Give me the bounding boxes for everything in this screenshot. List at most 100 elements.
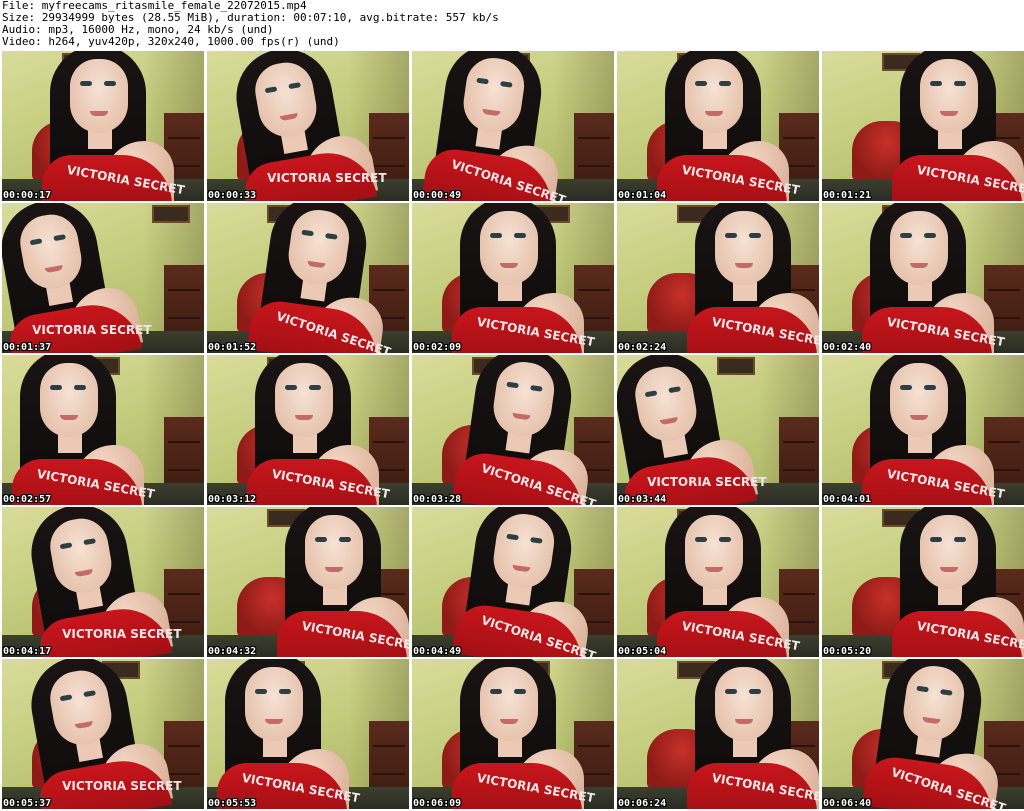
eye — [924, 385, 936, 390]
video-thumbnail: VICTORIA SECRET 00:02:24 — [617, 203, 819, 353]
face — [890, 211, 948, 285]
face — [920, 59, 978, 133]
video-thumbnail: VICTORIA SECRET 00:03:12 — [207, 355, 409, 505]
thumbnail-timestamp: 00:02:09 — [413, 342, 462, 353]
eye — [900, 233, 912, 238]
video-thumbnail: VICTORIA SECRET 00:03:44 — [617, 355, 819, 505]
thumbnail-timestamp: 00:05:37 — [3, 798, 52, 809]
eye — [924, 233, 936, 238]
person: VICTORIA SECRET — [892, 51, 1024, 201]
video-thumbnail: VICTORIA SECRET 00:05:20 — [822, 507, 1024, 657]
mouth — [940, 111, 958, 116]
shirt-print: VICTORIA SECRET — [62, 626, 182, 641]
eye — [930, 81, 942, 86]
face — [715, 667, 773, 741]
mouth — [735, 263, 753, 268]
eye — [514, 689, 526, 694]
eye — [339, 537, 351, 542]
shirt-print: VICTORIA SECRET — [267, 170, 387, 185]
person: VICTORIA SECRET — [657, 507, 801, 657]
face — [715, 211, 773, 285]
eye — [490, 233, 502, 238]
thumbnail-timestamp: 00:00:33 — [208, 190, 257, 201]
person: VICTORIA SECRET — [2, 203, 152, 353]
video-thumbnail: VICTORIA SECRET 00:03:28 — [412, 355, 614, 505]
wall-picture-frame — [152, 205, 190, 223]
face — [480, 667, 538, 741]
thumbnail-timestamp: 00:04:32 — [208, 646, 257, 657]
eye — [900, 385, 912, 390]
video-thumbnail: VICTORIA SECRET 00:06:09 — [412, 659, 614, 809]
eye — [80, 81, 92, 86]
video-thumbnail: VICTORIA SECRET 00:04:17 — [2, 507, 204, 657]
video-thumbnail: VICTORIA SECRET 00:02:40 — [822, 203, 1024, 353]
thumbnail-timestamp: 00:06:24 — [618, 798, 667, 809]
person: VICTORIA SECRET — [217, 659, 361, 809]
eye — [725, 233, 737, 238]
video-thumbnail: VICTORIA SECRET 00:01:37 — [2, 203, 204, 353]
eye — [695, 81, 707, 86]
thumbnail-timestamp: 00:01:37 — [3, 342, 52, 353]
video-thumbnail: VICTORIA SECRET 00:00:49 — [412, 51, 614, 201]
thumbnail-grid: VICTORIA SECRET 00:00:17 VICTORIA SECRET 00… — [2, 51, 1024, 810]
face — [890, 363, 948, 437]
thumbnail-timestamp: 00:05:04 — [618, 646, 667, 657]
mouth — [500, 263, 518, 268]
eye — [315, 537, 327, 542]
face — [920, 515, 978, 589]
mouth — [705, 567, 723, 572]
person: VICTORIA SECRET — [246, 203, 408, 353]
thumbnail-timestamp: 00:03:12 — [208, 494, 257, 505]
person: VICTORIA SECRET — [12, 355, 156, 505]
mouth — [265, 719, 283, 724]
thumbnail-timestamp: 00:06:40 — [823, 798, 872, 809]
thumbnail-timestamp: 00:02:40 — [823, 342, 872, 353]
eye — [695, 537, 707, 542]
eye — [749, 689, 761, 694]
eye — [930, 537, 942, 542]
face — [70, 59, 128, 133]
thumbnail-timestamp: 00:01:21 — [823, 190, 872, 201]
thumbnail-timestamp: 00:05:20 — [823, 646, 872, 657]
person: VICTORIA SECRET — [451, 507, 613, 657]
eye — [725, 689, 737, 694]
video-thumbnail: VICTORIA SECRET 00:04:01 — [822, 355, 1024, 505]
eye — [74, 385, 86, 390]
mouth — [500, 719, 518, 724]
video-thumbnail: VICTORIA SECRET 00:06:24 — [617, 659, 819, 809]
shirt-print: VICTORIA SECRET — [647, 474, 767, 489]
shirt-print: VICTORIA SECRET — [62, 778, 182, 793]
video-thumbnail: VICTORIA SECRET 00:01:04 — [617, 51, 819, 201]
thumbnail-timestamp: 00:04:17 — [3, 646, 52, 657]
thumbnail-timestamp: 00:06:09 — [413, 798, 462, 809]
mouth — [910, 263, 928, 268]
video-thumbnail: VICTORIA SECRET 00:04:49 — [412, 507, 614, 657]
person: VICTORIA SECRET — [862, 355, 1006, 505]
eye — [490, 689, 502, 694]
face — [685, 59, 743, 133]
person: VICTORIA SECRET — [892, 507, 1024, 657]
video-thumbnail: VICTORIA SECRET 00:04:32 — [207, 507, 409, 657]
video-thumbnail: VICTORIA SECRET 00:00:33 — [207, 51, 409, 201]
person: VICTORIA SECRET — [452, 659, 596, 809]
eye — [285, 385, 297, 390]
thumbnail-timestamp: 00:04:49 — [413, 646, 462, 657]
person: VICTORIA SECRET — [42, 51, 186, 201]
mouth — [705, 111, 723, 116]
person: VICTORIA SECRET — [451, 355, 613, 505]
eye — [104, 81, 116, 86]
person: VICTORIA SECRET — [247, 355, 391, 505]
video-info-line: Video: h264, yuv420p, 320x240, 1000.00 f… — [2, 35, 340, 48]
info-header: File: myfreecams_ritasmile_female_220720… — [0, 0, 1024, 51]
eye — [954, 81, 966, 86]
mouth — [325, 567, 343, 572]
person: VICTORIA SECRET — [421, 51, 583, 201]
eye — [954, 537, 966, 542]
thumbnail-timestamp: 00:03:28 — [413, 494, 462, 505]
face — [275, 363, 333, 437]
person: VICTORIA SECRET — [687, 659, 819, 809]
person: VICTORIA SECRET — [277, 507, 409, 657]
person: VICTORIA SECRET — [17, 659, 182, 809]
video-thumbnail: VICTORIA SECRET 00:00:17 — [2, 51, 204, 201]
eye — [719, 537, 731, 542]
